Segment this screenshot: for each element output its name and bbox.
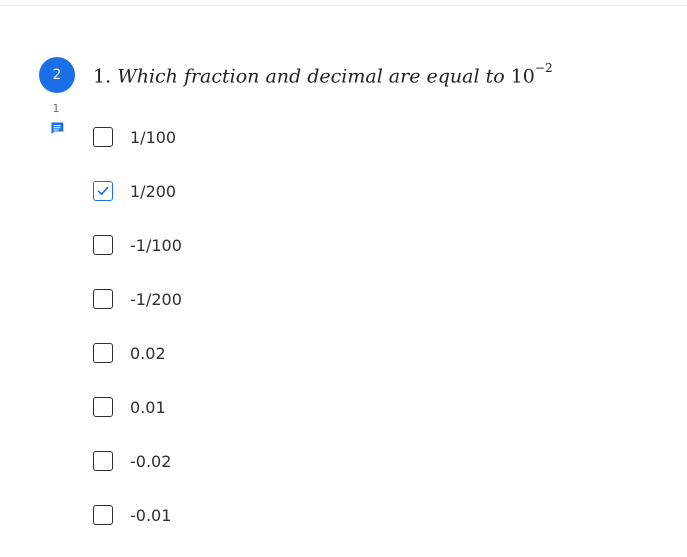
option-checkbox[interactable] <box>93 397 113 417</box>
answer-option[interactable]: 0.01 <box>93 395 653 419</box>
option-checkbox[interactable] <box>93 127 113 147</box>
question-base: 10 <box>510 65 535 88</box>
option-checkbox[interactable] <box>93 505 113 525</box>
question-page: 2 1 1. Which fraction and decimal are eq… <box>0 0 687 557</box>
option-checkbox[interactable] <box>93 289 113 309</box>
question-exponent: −2 <box>534 61 553 75</box>
answer-option[interactable]: -0.02 <box>93 449 653 473</box>
option-label: -1/100 <box>130 235 182 255</box>
option-label: 1/200 <box>130 181 177 201</box>
answer-option[interactable]: -0.01 <box>93 503 653 527</box>
question-prompt: Which fraction and decimal are equal to <box>117 65 505 88</box>
question-number: 1. <box>93 65 112 88</box>
option-label: 0.02 <box>130 343 166 363</box>
answer-option[interactable]: 1/200 <box>93 179 653 203</box>
option-checkbox[interactable] <box>93 451 113 471</box>
option-label: 0.01 <box>130 397 166 417</box>
answer-option[interactable]: -1/200 <box>93 287 653 311</box>
checkmark-icon <box>97 186 109 195</box>
option-label: 1/100 <box>130 127 177 147</box>
question-number-badge[interactable]: 2 <box>39 57 75 93</box>
comment-count: 1 <box>52 102 60 115</box>
option-label: -0.02 <box>130 451 172 471</box>
answer-option[interactable]: 0.02 <box>93 341 653 365</box>
answer-option[interactable]: 1/100 <box>93 125 653 149</box>
option-label: -1/200 <box>130 289 182 309</box>
option-checkbox[interactable] <box>93 181 113 201</box>
answer-options: 1/100 1/200 -1/100 -1/200 0.02 0.01 -0.02 -0.01 <box>93 125 653 557</box>
comment-icon[interactable] <box>50 121 64 135</box>
question-text: 1. Which fraction and decimal are equal … <box>93 61 553 88</box>
option-label: -0.01 <box>130 505 172 525</box>
option-checkbox[interactable] <box>93 343 113 363</box>
answer-option[interactable]: -1/100 <box>93 233 653 257</box>
option-checkbox[interactable] <box>93 235 113 255</box>
top-divider <box>0 5 687 6</box>
